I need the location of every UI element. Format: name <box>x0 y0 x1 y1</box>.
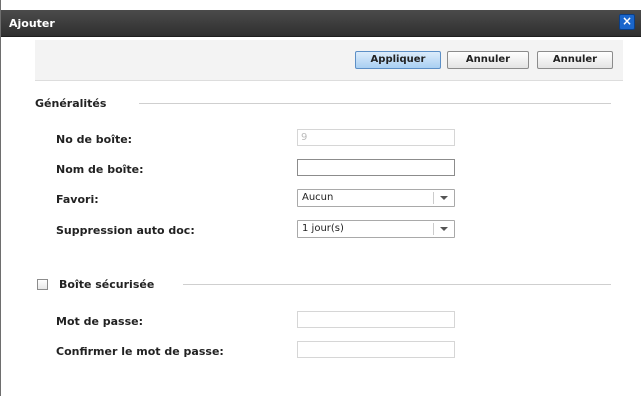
secure-box-checkbox[interactable] <box>37 279 48 290</box>
cancel-button-secondary[interactable]: Annuler <box>537 51 613 69</box>
secure-section-divider <box>183 284 611 285</box>
auto-delete-select[interactable]: 1 jour(s) <box>297 220 455 238</box>
chevron-down-icon <box>440 196 448 200</box>
confirm-password-field[interactable] <box>297 341 455 358</box>
close-icon[interactable]: × <box>619 14 635 30</box>
box-number-label: No de boîte: <box>56 133 133 146</box>
dialog-toolbar: Appliquer Annuler Annuler <box>35 40 623 81</box>
add-box-dialog: Ajouter × Appliquer Annuler Annuler Géné… <box>0 0 641 396</box>
select-separator <box>433 223 434 235</box>
general-section-divider <box>139 103 611 104</box>
password-label: Mot de passe: <box>56 315 144 328</box>
box-number-field[interactable]: 9 <box>297 129 455 146</box>
confirm-password-label: Confirmer le mot de passe: <box>56 345 224 358</box>
dialog-title: Ajouter <box>9 17 55 30</box>
box-name-field[interactable] <box>297 159 455 176</box>
cancel-button[interactable]: Annuler <box>447 51 529 69</box>
secure-section-title: Boîte sécurisée <box>59 278 155 291</box>
password-field[interactable] <box>297 311 455 328</box>
general-section-title: Généralités <box>35 97 107 110</box>
auto-delete-select-value: 1 jour(s) <box>302 223 344 234</box>
favorite-select-value: Aucun <box>302 192 334 203</box>
box-name-label: Nom de boîte: <box>56 163 144 176</box>
auto-delete-label: Suppression auto doc: <box>56 224 195 237</box>
select-separator <box>433 192 434 204</box>
dialog-titlebar: Ajouter × <box>1 10 641 37</box>
chevron-down-icon <box>440 227 448 231</box>
favorite-label: Favori: <box>56 193 99 206</box>
favorite-select[interactable]: Aucun <box>297 189 455 207</box>
apply-button[interactable]: Appliquer <box>355 51 441 69</box>
